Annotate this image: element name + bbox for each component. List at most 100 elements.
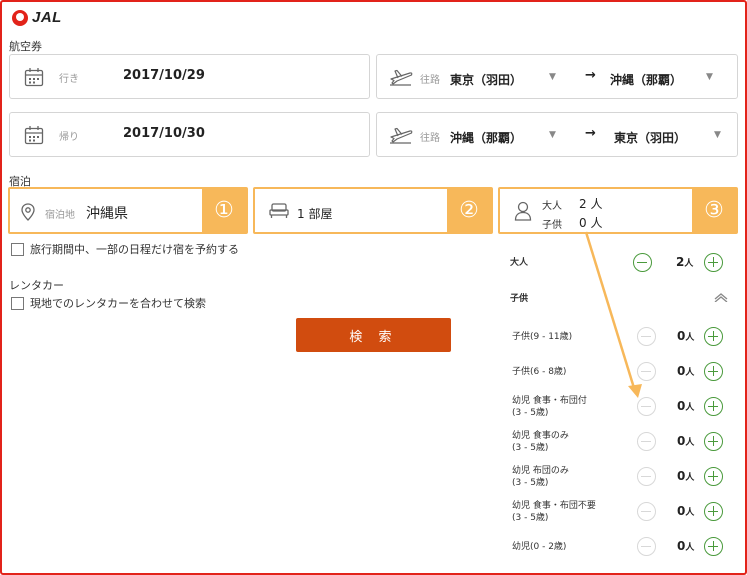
date-value: 2017/10/29: [123, 68, 205, 83]
child-row-label-line2: (3 - 5歳): [512, 408, 549, 418]
child-row-label: 幼児(0 - 2歳): [512, 541, 566, 553]
airplane-icon: [390, 69, 413, 86]
annotation-badge-1: ①: [202, 189, 246, 232]
child-count: 0人: [677, 504, 695, 518]
child-minus-button[interactable]: [637, 327, 656, 346]
child-row-label-line1: 幼児 布団のみ: [512, 466, 569, 476]
child-row-label: 幼児 食事・布団不要 (3 - 5歳): [512, 500, 596, 524]
child-plus-button[interactable]: [704, 362, 723, 381]
person-icon: [514, 201, 532, 221]
child-count: 0人: [677, 469, 695, 483]
destination-field[interactable]: 宿泊地 沖縄県 ①: [8, 187, 248, 234]
route-arrow: →: [585, 126, 596, 141]
partial-stay-label: 旅行期間中、一部の日程だけ宿を予約する: [30, 243, 239, 256]
route-label: 往路: [420, 133, 440, 144]
child-row-label-line1: 幼児(0 - 2歳): [512, 542, 567, 552]
child-row-label-line2: (3 - 5歳): [512, 513, 549, 523]
origin-select[interactable]: 沖縄（那覇）: [450, 127, 560, 145]
adult-minus-button[interactable]: [633, 253, 652, 272]
outbound-route-field: 往路 東京（羽田） ▼ → 沖縄（那覇） ▼: [376, 54, 738, 99]
child-count: 0人: [677, 399, 695, 413]
chevron-down-icon[interactable]: ▼: [714, 130, 721, 140]
chevron-up-icon[interactable]: [713, 292, 729, 302]
chevron-down-icon[interactable]: ▼: [549, 130, 556, 140]
children-value: 0 人: [579, 216, 603, 230]
chevron-down-icon[interactable]: ▼: [549, 72, 556, 82]
child-row-label-line2: (3 - 5歳): [512, 478, 549, 488]
annotation-badge-3: ③: [692, 189, 736, 232]
child-row-label: 幼児 布団のみ (3 - 5歳): [512, 465, 569, 489]
guests-field[interactable]: 大人 2 人 子供 0 人 ③: [498, 187, 738, 234]
route-arrow: →: [585, 68, 596, 83]
destination-value: 東京（羽田）: [614, 131, 687, 145]
child-row-label-line1: 幼児 食事・布団付: [512, 396, 587, 406]
child-row-label: 子供(6 - 8歳): [512, 366, 566, 378]
route-label: 往路: [420, 75, 440, 86]
child-count: 0人: [677, 539, 695, 553]
chevron-down-icon[interactable]: ▼: [706, 72, 713, 82]
child-plus-button[interactable]: [704, 432, 723, 451]
origin-select[interactable]: 東京（羽田）: [450, 69, 560, 87]
destination-label: 宿泊地: [45, 210, 75, 221]
destination-select[interactable]: 沖縄（那覇）: [610, 69, 710, 87]
child-minus-button[interactable]: [637, 432, 656, 451]
destination-value: 沖縄（那覇）: [610, 73, 683, 87]
date-label: 帰り: [59, 132, 79, 143]
crane-logo-icon: [12, 9, 28, 26]
children-header: 子供: [510, 294, 529, 304]
date-label: 行き: [59, 74, 79, 85]
calendar-icon: [24, 68, 44, 87]
annotation-badge-2: ②: [447, 189, 491, 232]
partial-stay-checkbox[interactable]: [11, 242, 24, 256]
adults-label: 大人: [542, 201, 562, 212]
child-plus-button[interactable]: [704, 537, 723, 556]
return-date-field[interactable]: 帰り 2017/10/30: [9, 112, 370, 157]
child-count: 0人: [677, 434, 695, 448]
adults-value: 2 人: [579, 197, 603, 211]
origin-value: 東京（羽田）: [450, 73, 523, 87]
child-plus-button[interactable]: [704, 467, 723, 486]
jal-logo[interactable]: JAL: [12, 9, 62, 26]
destination-value: 沖縄県: [86, 206, 128, 222]
bed-icon: [269, 203, 289, 218]
child-count: 0人: [677, 329, 695, 343]
destination-select[interactable]: 東京（羽田）: [614, 127, 714, 145]
child-minus-button[interactable]: [637, 537, 656, 556]
child-row-label: 幼児 食事・布団付 (3 - 5歳): [512, 395, 587, 419]
return-route-field: 往路 沖縄（那覇） ▼ → 東京（羽田） ▼: [376, 112, 738, 157]
origin-value: 沖縄（那覇）: [450, 131, 523, 145]
location-pin-icon: [21, 203, 35, 221]
calendar-icon: [24, 126, 44, 145]
airplane-icon: [390, 127, 413, 144]
child-row-label-line1: 子供(9 - 11歳): [512, 332, 573, 342]
rooms-field[interactable]: 1 部屋 ②: [253, 187, 493, 234]
search-button[interactable]: 検 索: [296, 318, 451, 352]
children-label: 子供: [542, 220, 562, 231]
child-minus-button[interactable]: [637, 362, 656, 381]
rental-car-label: 現地でのレンタカーを合わせて検索: [30, 297, 206, 310]
partial-stay-option[interactable]: 旅行期間中、一部の日程だけ宿を予約する: [11, 241, 239, 257]
rental-car-checkbox[interactable]: [11, 296, 24, 310]
child-plus-button[interactable]: [704, 327, 723, 346]
logo-text: JAL: [32, 9, 62, 26]
child-row-label-line1: 幼児 食事のみ: [512, 431, 569, 441]
child-plus-button[interactable]: [704, 397, 723, 416]
child-minus-button[interactable]: [637, 397, 656, 416]
outbound-date-field[interactable]: 行き 2017/10/29: [9, 54, 370, 99]
child-count: 0人: [677, 364, 695, 378]
section-label-rental: レンタカー: [9, 279, 64, 292]
adult-count: 2人: [676, 255, 694, 269]
adult-row-label: 大人: [510, 258, 529, 268]
child-row-label-line1: 子供(6 - 8歳): [512, 367, 567, 377]
adult-plus-button[interactable]: [704, 253, 723, 272]
child-row-label: 幼児 食事のみ (3 - 5歳): [512, 430, 569, 454]
rental-car-option[interactable]: 現地でのレンタカーを合わせて検索: [11, 295, 206, 311]
child-row-label-line1: 幼児 食事・布団不要: [512, 501, 596, 511]
child-minus-button[interactable]: [637, 467, 656, 486]
child-minus-button[interactable]: [637, 502, 656, 521]
rooms-value: 1 部屋: [297, 207, 333, 221]
child-row-label-line2: (3 - 5歳): [512, 443, 549, 453]
section-label-air: 航空券: [9, 40, 42, 53]
child-plus-button[interactable]: [704, 502, 723, 521]
date-value: 2017/10/30: [123, 126, 205, 141]
